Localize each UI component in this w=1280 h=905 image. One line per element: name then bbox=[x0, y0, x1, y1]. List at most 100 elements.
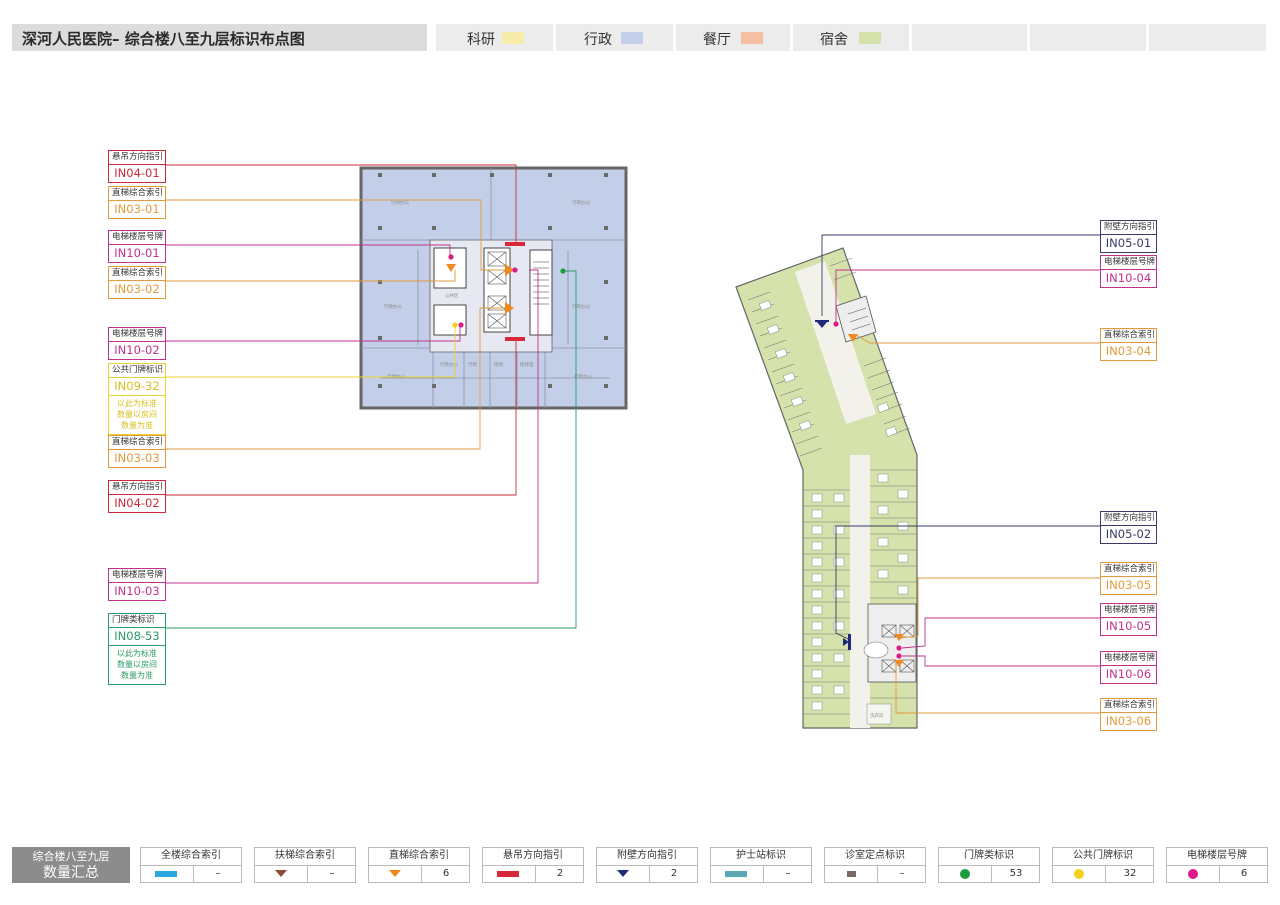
callout-in10-03: 电梯楼层号牌 IN10-03 bbox=[108, 568, 166, 601]
callout-in08-53: 门牌类标识 IN08-53 以此为标准 数量以房间 数量为准 bbox=[108, 613, 166, 685]
callout-title: 电梯楼层号牌 bbox=[1101, 652, 1156, 666]
summary-item-icon bbox=[1053, 865, 1106, 883]
callout-title: 电梯楼层号牌 bbox=[1101, 604, 1156, 618]
summary-item-building-index: 全楼综合索引 – bbox=[140, 847, 242, 883]
summary-item-escalator-index: 扶梯综合索引 – bbox=[254, 847, 356, 883]
gray-square-icon bbox=[847, 871, 856, 877]
summary-item-icon bbox=[483, 865, 536, 883]
callout-code: IN03-01 bbox=[114, 202, 160, 216]
red-bar-icon bbox=[497, 871, 519, 877]
callout-code: IN10-04 bbox=[1105, 271, 1152, 285]
callout-code: IN03-06 bbox=[1105, 714, 1152, 728]
summary-title: 综合楼八至九层 数量汇总 bbox=[12, 847, 130, 883]
elevator-floor-sign-marker bbox=[896, 653, 902, 659]
summary-item-count: – bbox=[899, 868, 905, 879]
summary-item-count: 6 bbox=[442, 868, 450, 879]
callout-code: IN10-01 bbox=[114, 246, 160, 260]
summary-item-name: 公共门牌标识 bbox=[1053, 848, 1153, 866]
callout-in10-06: 电梯楼层号牌 IN10-06 bbox=[1100, 651, 1157, 684]
summary-item-nurse-station: 护士站标识 – bbox=[710, 847, 812, 883]
callout-in03-01: 直梯综合索引 IN03-01 bbox=[108, 186, 166, 219]
callout-title: 直梯综合索引 bbox=[1101, 699, 1156, 713]
green-dot-icon bbox=[960, 869, 970, 879]
summary-item-count: 6 bbox=[1240, 868, 1248, 879]
callout-in04-01: 悬吊方向指引 IN04-01 bbox=[108, 150, 166, 183]
callout-code: IN03-02 bbox=[114, 282, 160, 296]
summary-item-icon bbox=[141, 865, 194, 883]
summary-item-icon bbox=[255, 865, 308, 883]
callout-in03-06: 直梯综合索引 IN03-06 bbox=[1100, 698, 1157, 731]
callout-in04-02: 悬吊方向指引 IN04-02 bbox=[108, 480, 166, 513]
svg-text:行政办公: 行政办公 bbox=[572, 199, 590, 206]
callout-code: IN05-02 bbox=[1105, 527, 1152, 541]
svg-text:行政办公: 行政办公 bbox=[387, 373, 405, 380]
callout-title: 附壁方向指引 bbox=[1101, 221, 1156, 235]
callout-note: 以此为标准 数量以房间 数量为准 bbox=[109, 395, 165, 434]
callout-code: IN03-03 bbox=[114, 451, 160, 465]
teal-bar-icon bbox=[725, 871, 747, 877]
summary-item-name: 电梯楼层号牌 bbox=[1167, 848, 1267, 866]
callout-in03-03: 直梯综合索引 IN03-03 bbox=[108, 435, 166, 468]
callout-title: 直梯综合索引 bbox=[109, 267, 165, 281]
summary-item-elevator-floor-sign: 电梯楼层号牌 6 bbox=[1166, 847, 1268, 883]
callout-title: 直梯综合索引 bbox=[109, 436, 165, 450]
svg-text:公共区: 公共区 bbox=[445, 292, 459, 299]
svg-text:行政办公: 行政办公 bbox=[384, 303, 402, 310]
elevator-floor-sign-marker bbox=[896, 645, 902, 651]
callout-in05-02: 附壁方向指引 IN05-02 bbox=[1100, 511, 1157, 544]
magenta-dot-icon bbox=[1188, 869, 1198, 879]
callout-code: IN04-02 bbox=[114, 496, 160, 510]
callout-in03-04: 直梯综合索引 IN03-04 bbox=[1100, 328, 1157, 361]
summary-item-door-sign: 门牌类标识 53 bbox=[938, 847, 1040, 883]
summary-item-clinic-sign: 诊室定点标识 – bbox=[824, 847, 926, 883]
callout-in10-02: 电梯楼层号牌 IN10-02 bbox=[108, 327, 166, 360]
callout-in09-32: 公共门牌标识 IN09-32 以此为标准 数量以房间 数量为准 bbox=[108, 363, 166, 435]
callout-note: 以此为标准 数量以房间 数量为准 bbox=[109, 645, 165, 684]
summary-item-count: – bbox=[329, 868, 335, 879]
callout-in10-05: 电梯楼层号牌 IN10-05 bbox=[1100, 603, 1157, 636]
summary-item-count: – bbox=[215, 868, 221, 879]
callout-title: 附壁方向指引 bbox=[1101, 512, 1156, 526]
summary-item-icon bbox=[711, 865, 764, 883]
callout-title: 公共门牌标识 bbox=[109, 364, 165, 378]
callout-title: 电梯楼层号牌 bbox=[109, 328, 165, 342]
callout-code: IN10-05 bbox=[1105, 619, 1152, 633]
summary-item-count: 2 bbox=[556, 868, 564, 879]
orange-triangle-icon bbox=[389, 870, 401, 877]
summary-item-public-door-sign: 公共门牌标识 32 bbox=[1052, 847, 1154, 883]
summary-item-count: 2 bbox=[670, 868, 678, 879]
elevator-floor-sign-marker bbox=[833, 321, 839, 327]
summary-item-count: 53 bbox=[1009, 868, 1023, 879]
callout-in03-05: 直梯综合索引 IN03-05 bbox=[1100, 562, 1157, 595]
callout-title: 电梯楼层号牌 bbox=[1101, 256, 1156, 270]
svg-text:行政办公: 行政办公 bbox=[572, 303, 590, 310]
hanging-sign-marker bbox=[505, 337, 525, 341]
svg-text:接待室: 接待室 bbox=[520, 361, 534, 368]
callout-title: 悬吊方向指引 bbox=[109, 481, 165, 495]
callout-code: IN04-01 bbox=[114, 166, 160, 180]
summary-title-line2: 数量汇总 bbox=[43, 865, 99, 881]
summary-item-name: 扶梯综合索引 bbox=[255, 848, 355, 866]
summary-item-icon bbox=[369, 865, 422, 883]
elevator-floor-sign-marker bbox=[448, 254, 454, 260]
summary-item-elevator-index: 直梯综合索引 6 bbox=[368, 847, 470, 883]
callout-in10-01: 电梯楼层号牌 IN10-01 bbox=[108, 230, 166, 263]
summary-item-name: 全楼综合索引 bbox=[141, 848, 241, 866]
callout-title: 直梯综合索引 bbox=[109, 187, 165, 201]
public-door-sign-marker bbox=[452, 322, 458, 328]
navy-triangle-icon bbox=[617, 870, 629, 877]
callout-code: IN03-04 bbox=[1105, 344, 1152, 358]
callout-code: IN10-02 bbox=[114, 343, 160, 357]
summary-item-icon bbox=[825, 865, 878, 883]
summary-item-icon bbox=[939, 865, 992, 883]
summary-item-name: 护士站标识 bbox=[711, 848, 811, 866]
summary-item-count: – bbox=[785, 868, 791, 879]
summary-item-name: 附壁方向指引 bbox=[597, 848, 697, 866]
brown-triangle-icon bbox=[275, 870, 287, 877]
hanging-sign-marker bbox=[505, 242, 525, 246]
callout-code: IN05-01 bbox=[1105, 236, 1152, 250]
summary-item-name: 诊室定点标识 bbox=[825, 848, 925, 866]
callout-title: 直梯综合索引 bbox=[1101, 329, 1156, 343]
svg-text:接待: 接待 bbox=[494, 361, 503, 368]
summary-item-name: 门牌类标识 bbox=[939, 848, 1039, 866]
